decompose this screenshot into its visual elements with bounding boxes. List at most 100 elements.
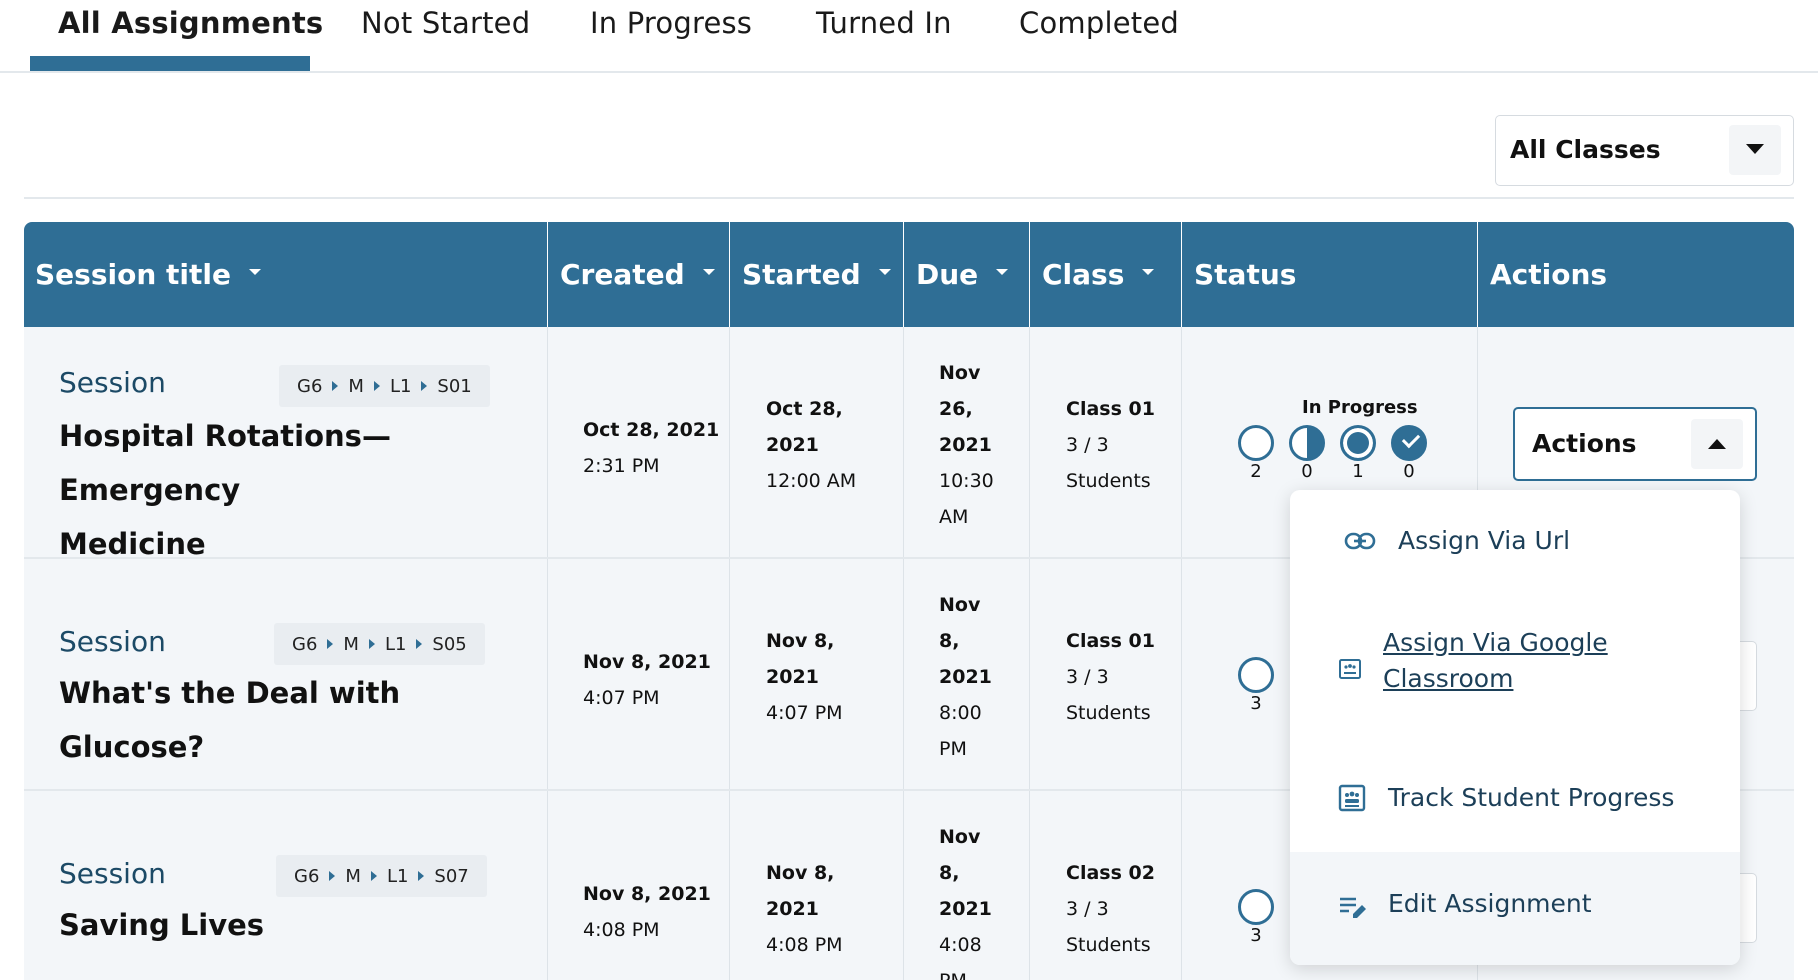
breadcrumb: G6 M L1 S05 (274, 623, 485, 665)
created-time: 4:08 PM (583, 919, 660, 941)
class-name: Class 01 (1066, 398, 1155, 420)
session-cell: Session G6 M L1 S01 Hospital Rotations—E… (24, 327, 547, 561)
session-title-line: Hospital Rotations—Emergency (59, 419, 391, 507)
not-started-status-icon (1238, 657, 1274, 693)
header-actions: Actions (1477, 222, 1794, 327)
due-time: 4:08 (939, 934, 982, 956)
session-title-line: What's the Deal with Glucose? (59, 676, 401, 764)
actions-dropdown-button[interactable]: Actions (1513, 407, 1757, 481)
due-year: 2021 (939, 666, 992, 688)
header-created[interactable]: Created (547, 222, 729, 327)
started-year: 2021 (766, 434, 819, 456)
in-progress-count: 0 (1301, 461, 1313, 482)
sort-caret-icon (248, 269, 261, 275)
actions-menu: Assign Via Url Assign Via Google Classro… (1290, 490, 1740, 965)
not-started-status-icon (1238, 425, 1274, 461)
class-unit: Students (1066, 934, 1151, 956)
session-title[interactable]: Hospital Rotations—Emergency Medicine (59, 409, 519, 571)
menu-item-edit-assignment[interactable]: Edit Assignment (1290, 852, 1740, 965)
active-tab-indicator (30, 56, 310, 71)
started-cell: Nov 8, 2021 4:07 PM (729, 559, 903, 789)
header-session-title[interactable]: Session title (24, 222, 547, 327)
not-started-count: 2 (1250, 461, 1262, 482)
breadcrumb-lesson: L1 (384, 633, 407, 655)
due-time: 10:30 (939, 470, 994, 492)
sort-caret-icon (996, 269, 1009, 275)
breadcrumb-module: M (345, 865, 361, 887)
due-month: Nov (939, 826, 981, 848)
google-classroom-icon (1339, 659, 1361, 679)
started-time: 4:07 PM (766, 702, 843, 724)
menu-item-label: Assign Via Url (1398, 526, 1571, 555)
class-filter-select[interactable]: All Classes (1495, 115, 1794, 186)
chevron-up-icon (1691, 419, 1743, 469)
breadcrumb-lesson: L1 (389, 375, 412, 397)
due-year: 2021 (939, 898, 992, 920)
row-actions-button-edge[interactable] (1740, 641, 1757, 711)
link-icon (1344, 532, 1376, 550)
completed-count: 0 (1403, 461, 1415, 482)
created-date: Oct 28, 2021 (583, 419, 720, 441)
created-time: 4:07 PM (583, 687, 660, 709)
due-month: Nov (939, 362, 981, 384)
started-cell: Nov 8, 2021 4:08 PM (729, 791, 903, 980)
session-title[interactable]: What's the Deal with Glucose? (59, 666, 519, 774)
menu-item-assign-via-google-classroom[interactable]: Assign Via Google Classroom (1290, 595, 1740, 745)
class-name: Class 02 (1066, 862, 1155, 884)
session-cell: Session G6 M L1 S07 Saving Lives (24, 791, 547, 980)
tab-all-assignments[interactable]: All Assignments (58, 6, 323, 40)
session-label: Session (59, 366, 166, 399)
tab-completed[interactable]: Completed (1019, 6, 1179, 40)
row-actions-button-edge[interactable] (1740, 873, 1757, 943)
session-label: Session (59, 857, 166, 890)
due-ampm: PM (939, 738, 967, 760)
menu-item-assign-via-url[interactable]: Assign Via Url (1290, 490, 1740, 595)
header-class[interactable]: Class (1029, 222, 1181, 327)
breadcrumb-session: S01 (437, 375, 472, 397)
menu-item-track-student-progress[interactable]: Track Student Progress (1290, 745, 1740, 852)
class-unit: Students (1066, 702, 1151, 724)
due-month: Nov (939, 594, 981, 616)
tab-in-progress[interactable]: In Progress (590, 6, 752, 40)
tab-not-started[interactable]: Not Started (361, 6, 530, 40)
header-due[interactable]: Due (903, 222, 1029, 327)
session-title[interactable]: Saving Lives (59, 898, 519, 952)
turned-in-count: 1 (1352, 461, 1364, 482)
breadcrumb-lesson: L1 (386, 865, 409, 887)
chevron-down-icon (1729, 125, 1781, 175)
turned-in-status-icon (1340, 425, 1376, 461)
started-year: 2021 (766, 898, 819, 920)
class-name: Class 01 (1066, 630, 1155, 652)
sort-caret-icon (878, 269, 891, 275)
due-day: 26, (939, 398, 973, 420)
header-started[interactable]: Started (729, 222, 903, 327)
breadcrumb-module: M (348, 375, 364, 397)
breadcrumb: G6 M L1 S07 (276, 855, 487, 897)
actions-button-label: Actions (1532, 429, 1637, 458)
created-cell: Nov 8, 2021 4:08 PM (547, 791, 729, 980)
session-title-line: Saving Lives (59, 908, 265, 942)
created-cell: Nov 8, 2021 4:07 PM (547, 559, 729, 789)
tab-turned-in[interactable]: Turned In (816, 6, 952, 40)
breadcrumb-grade: G6 (297, 375, 323, 397)
started-cell: Oct 28, 2021 12:00 AM (729, 327, 903, 557)
breadcrumb-session: S05 (432, 633, 467, 655)
started-date: Nov 8, (766, 630, 835, 652)
sort-caret-icon (702, 269, 715, 275)
session-label: Session (59, 625, 166, 658)
due-cell: Nov 8, 2021 8:00 PM (903, 559, 1029, 789)
due-cell: Nov 26, 2021 10:30 AM (903, 327, 1029, 557)
menu-item-label: Track Student Progress (1388, 783, 1675, 812)
created-date: Nov 8, 2021 (583, 651, 711, 673)
breadcrumb-module: M (343, 633, 359, 655)
assignment-tabs: All Assignments Not Started In Progress … (0, 0, 1818, 73)
status-label: In Progress (1302, 397, 1418, 418)
due-ampm: PM (939, 970, 967, 980)
due-time: 8:00 (939, 702, 982, 724)
class-filter-value: All Classes (1510, 135, 1661, 164)
breadcrumb-grade: G6 (292, 633, 318, 655)
started-time: 12:00 AM (766, 470, 857, 492)
class-cell: Class 02 3 / 3 Students (1029, 791, 1181, 980)
table-header: Session title Created Started Due Class … (24, 222, 1794, 327)
due-day: 8, (939, 630, 960, 652)
